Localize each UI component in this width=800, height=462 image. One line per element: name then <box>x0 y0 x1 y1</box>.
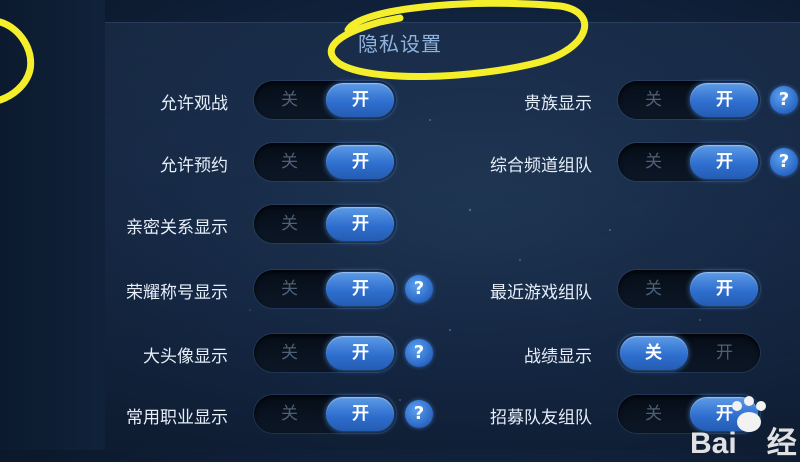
setting-toggle-right-3[interactable]: 关开 <box>618 334 760 372</box>
setting-toggle-left-5[interactable]: 关开 <box>254 395 396 433</box>
toggle-on-label: 开 <box>716 343 733 363</box>
help-question-icon[interactable]: ? <box>405 339 433 367</box>
setting-label-left-3: 荣耀称号显示 <box>126 283 228 303</box>
toggle-off-label: 关 <box>281 90 298 110</box>
toggle-on-label: 开 <box>716 90 733 110</box>
setting-toggle-left-0[interactable]: 关开 <box>254 81 396 119</box>
setting-toggle-right-4[interactable]: 关开 <box>618 395 760 433</box>
toggle-off-label: 关 <box>281 279 298 299</box>
setting-label-left-0: 允许观战 <box>160 94 228 114</box>
toggle-off-label: 关 <box>645 343 662 363</box>
toggle-on-label: 开 <box>716 404 733 424</box>
setting-label-right-3: 战绩显示 <box>524 347 592 367</box>
toggle-off-label: 关 <box>281 343 298 363</box>
toggle-off-label: 关 <box>645 152 662 172</box>
setting-label-left-5: 常用职业显示 <box>126 408 228 428</box>
toggle-off-label: 关 <box>645 279 662 299</box>
setting-toggle-left-3[interactable]: 关开 <box>254 270 396 308</box>
help-question-icon[interactable]: ? <box>405 275 433 303</box>
setting-label-right-1: 综合频道组队 <box>490 156 592 176</box>
toggle-on-label: 开 <box>352 343 369 363</box>
toggle-on-label: 开 <box>352 214 369 234</box>
setting-label-left-1: 允许预约 <box>160 156 228 176</box>
toggle-on-label: 开 <box>352 90 369 110</box>
setting-label-left-2: 亲密关系显示 <box>126 218 228 238</box>
help-question-icon[interactable]: ? <box>770 86 798 114</box>
toggle-on-label: 开 <box>352 152 369 172</box>
toggle-on-label: 开 <box>352 279 369 299</box>
setting-toggle-left-4[interactable]: 关开 <box>254 334 396 372</box>
toggle-off-label: 关 <box>281 404 298 424</box>
setting-label-right-2: 最近游戏组队 <box>490 283 592 303</box>
left-background-strip <box>0 0 105 450</box>
toggle-off-label: 关 <box>281 152 298 172</box>
setting-label-right-4: 招募队友组队 <box>490 408 592 428</box>
setting-label-right-0: 贵族显示 <box>524 94 592 114</box>
setting-toggle-left-1[interactable]: 关开 <box>254 143 396 181</box>
setting-label-left-4: 大头像显示 <box>143 347 228 367</box>
toggle-on-label: 开 <box>716 279 733 299</box>
help-question-icon[interactable]: ? <box>770 148 798 176</box>
page-title: 隐私设置 <box>358 32 442 56</box>
toggle-on-label: 开 <box>352 404 369 424</box>
toggle-off-label: 关 <box>645 404 662 424</box>
toggle-off-label: 关 <box>645 90 662 110</box>
setting-toggle-right-0[interactable]: 关开 <box>618 81 760 119</box>
setting-toggle-right-1[interactable]: 关开 <box>618 143 760 181</box>
toggle-off-label: 关 <box>281 214 298 234</box>
setting-toggle-right-2[interactable]: 关开 <box>618 270 760 308</box>
help-question-icon[interactable]: ? <box>405 400 433 428</box>
setting-toggle-left-2[interactable]: 关开 <box>254 205 396 243</box>
toggle-on-label: 开 <box>716 152 733 172</box>
